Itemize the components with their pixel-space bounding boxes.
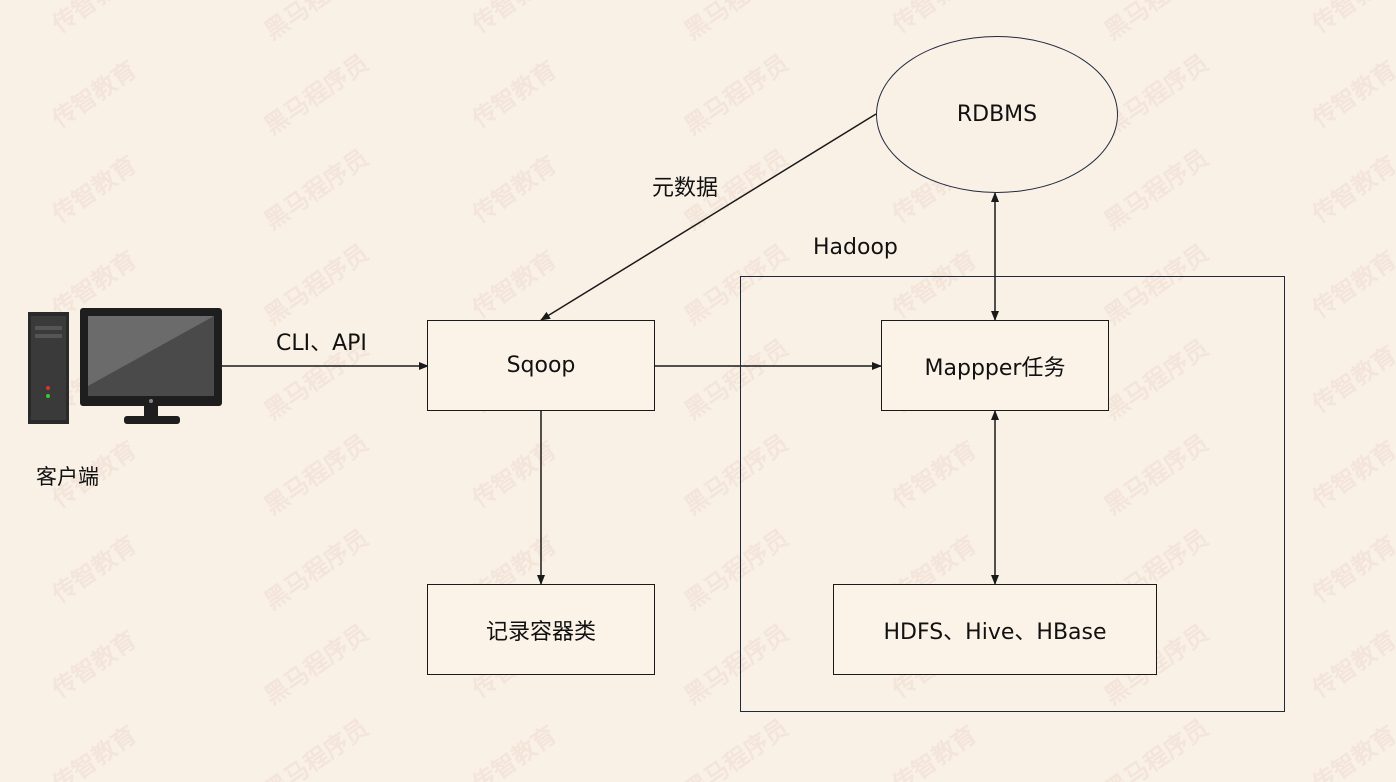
mapper-task-node-label: Mappper任务 <box>924 355 1066 381</box>
client-label: 客户端 <box>36 465 99 489</box>
rdbms-node-label: RDBMS <box>956 102 1038 127</box>
mapper-task-node: Mappper任务 <box>881 320 1109 411</box>
metadata-edge-label: 元数据 <box>652 176 719 201</box>
cli-api-edge-label: CLI、API <box>276 331 367 356</box>
hadoop-group-label: Hadoop <box>813 235 898 260</box>
storage-node: HDFS、Hive、HBase <box>833 584 1157 675</box>
sqoop-node: Sqoop <box>427 320 655 411</box>
record-container-node: 记录容器类 <box>427 584 655 675</box>
record-container-node-label: 记录容器类 <box>485 619 596 645</box>
sqoop-architecture-diagram: 传智教育黑马程序员传智教育黑马程序员传智教育黑马程序员传智教育黑马程序员传智教育… <box>0 0 1396 782</box>
storage-node-label: HDFS、Hive、HBase <box>883 619 1107 645</box>
rdbms-node: RDBMS <box>876 36 1118 193</box>
desktop-computer-icon <box>28 308 222 424</box>
sqoop-node-label: Sqoop <box>506 353 576 378</box>
client-computer <box>28 306 228 430</box>
